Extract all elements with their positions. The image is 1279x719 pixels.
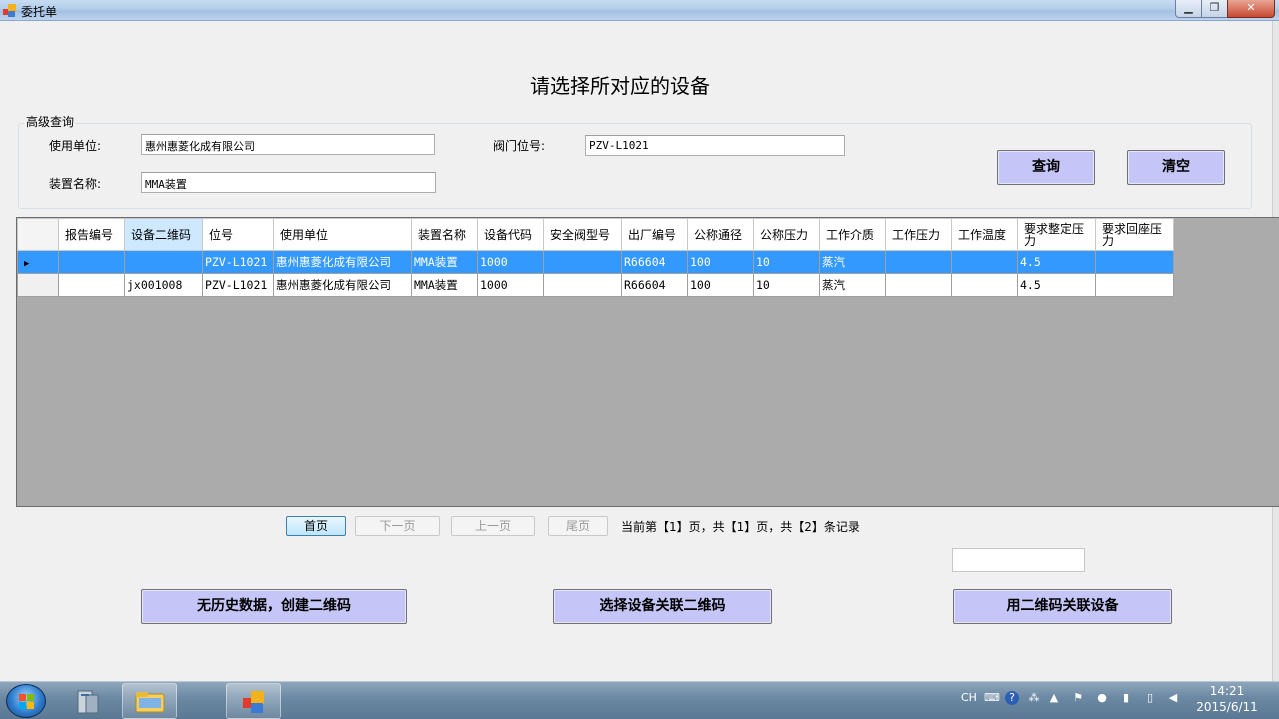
table-cell[interactable]: MMA装置 [411, 273, 478, 297]
qq-penguin-icon[interactable]: ● [1095, 691, 1109, 705]
table-cell[interactable]: 10 [753, 273, 820, 297]
start-button[interactable] [6, 684, 46, 718]
table-cell[interactable]: MMA装置 [411, 250, 478, 274]
page-title: 请选择所对应的设备 [530, 74, 710, 98]
column-header[interactable]: 使用单位 [273, 218, 412, 251]
table-cell[interactable]: 1000 [477, 273, 544, 297]
table-cell[interactable]: PZV-L1021 [202, 250, 274, 274]
taskbar [0, 681, 1279, 719]
device-name-label: 装置名称: [49, 177, 102, 191]
clock-time: 14:21 [1209, 684, 1245, 698]
select-device-link-qr-button[interactable]: 选择设备关联二维码 [553, 589, 772, 624]
unit-input[interactable]: 惠州惠菱化成有限公司 [141, 134, 435, 155]
table-row[interactable]: ▶ PZV-L1021 惠州惠菱化成有限公司 MMA装置 1000 R66604… [17, 250, 1174, 274]
table-cell[interactable]: 4.5 [1017, 250, 1096, 274]
table-cell[interactable]: 蒸汽 [819, 250, 886, 274]
table-cell[interactable]: 4.5 [1017, 273, 1096, 297]
column-header[interactable]: 公称通径 [687, 218, 754, 251]
table-cell[interactable]: 100 [687, 250, 754, 274]
show-hidden-icons-chevron-icon[interactable]: ▲ [1047, 691, 1061, 705]
column-header[interactable]: 工作介质 [819, 218, 886, 251]
column-header[interactable]: 设备二维码 [124, 218, 203, 251]
windows-logo-icon [19, 694, 35, 710]
table-cell[interactable] [1095, 273, 1174, 297]
table-cell[interactable]: PZV-L1021 [202, 273, 274, 297]
device-name-input[interactable]: MMA装置 [141, 172, 436, 193]
prev-page-button[interactable]: 上一页 [451, 516, 535, 536]
current-row-arrow-icon: ▶ [24, 259, 30, 269]
table-cell[interactable]: jx001008 [124, 273, 203, 297]
table-cell[interactable] [124, 250, 203, 274]
column-header[interactable]: 安全阀型号 [543, 218, 622, 251]
column-header[interactable]: 要求回座压力 [1095, 218, 1174, 251]
device-grid[interactable]: 报告编号 设备二维码 位号 使用单位 装置名称 设备代码 安全阀型号 出厂编号 … [16, 217, 1279, 507]
device-table: 报告编号 设备二维码 位号 使用单位 装置名称 设备代码 安全阀型号 出厂编号 … [17, 218, 1174, 297]
ime-options-icon[interactable]: ⁂ [1027, 691, 1041, 705]
taskbar-app-icon[interactable] [226, 683, 281, 719]
taskbar-explorer-icon[interactable] [122, 683, 177, 719]
table-cell[interactable]: 1000 [477, 250, 544, 274]
help-icon[interactable]: ? [1005, 691, 1019, 705]
system-clock[interactable]: 14:21 2015/6/11 [1190, 683, 1264, 715]
column-header[interactable]: 要求整定压力 [1017, 218, 1096, 251]
qr-code-input[interactable] [952, 548, 1085, 572]
column-header[interactable]: 出厂编号 [621, 218, 688, 251]
table-cell[interactable] [58, 273, 125, 297]
table-cell[interactable]: R66604 [621, 273, 688, 297]
window-titlebar: 委托单 ▁ ❐ ✕ [0, 0, 1279, 21]
column-header[interactable]: 工作温度 [951, 218, 1018, 251]
taskbar-server-manager-icon[interactable] [62, 683, 117, 719]
table-cell[interactable] [951, 273, 1018, 297]
column-header[interactable]: 设备代码 [477, 218, 544, 251]
column-header[interactable]: 工作压力 [885, 218, 952, 251]
table-cell[interactable]: 惠州惠菱化成有限公司 [273, 273, 412, 297]
column-header[interactable]: 位号 [202, 218, 274, 251]
window-title: 委托单 [21, 5, 58, 19]
query-button[interactable]: 查询 [997, 150, 1095, 185]
network-signal-icon[interactable]: ▮ [1119, 691, 1133, 705]
row-header[interactable] [17, 273, 59, 297]
next-page-button[interactable]: 下一页 [355, 516, 440, 536]
clock-date: 2015/6/11 [1196, 700, 1258, 714]
table-cell[interactable]: 10 [753, 250, 820, 274]
maximize-icon[interactable]: ❐ [1201, 0, 1228, 18]
table-cell[interactable] [543, 273, 622, 297]
table-cell[interactable]: 100 [687, 273, 754, 297]
table-cell[interactable] [885, 273, 952, 297]
page-info-text: 当前第【1】页，共【1】页，共【2】条记录 [621, 520, 860, 534]
table-cell[interactable] [543, 250, 622, 274]
clear-button[interactable]: 清空 [1127, 150, 1225, 185]
row-header[interactable]: ▶ [17, 250, 59, 274]
action-center-flag-icon[interactable]: ⚑ [1071, 691, 1085, 705]
first-page-button[interactable]: 首页 [286, 516, 346, 536]
column-header[interactable]: 报告编号 [58, 218, 125, 251]
app-icon [3, 4, 17, 17]
power-icon[interactable]: ▯ [1143, 691, 1157, 705]
table-cell[interactable]: 蒸汽 [819, 273, 886, 297]
keyboard-icon[interactable]: ⌨ [984, 691, 1000, 705]
table-row[interactable]: jx001008 PZV-L1021 惠州惠菱化成有限公司 MMA装置 1000… [17, 273, 1174, 297]
advanced-search-legend: 高级查询 [24, 113, 77, 130]
close-icon[interactable]: ✕ [1227, 0, 1275, 18]
table-cell[interactable] [885, 250, 952, 274]
last-page-button[interactable]: 尾页 [548, 516, 608, 536]
table-cell[interactable] [951, 250, 1018, 274]
row-header-corner [17, 218, 59, 251]
table-cell[interactable]: R66604 [621, 250, 688, 274]
valve-number-label: 阀门位号: [493, 139, 546, 153]
link-device-by-qr-button[interactable]: 用二维码关联设备 [953, 589, 1172, 624]
unit-label: 使用单位: [49, 139, 102, 153]
volume-icon[interactable]: ◀ [1166, 691, 1180, 705]
create-qr-button[interactable]: 无历史数据，创建二维码 [141, 589, 407, 624]
table-cell[interactable] [58, 250, 125, 274]
column-header[interactable]: 公称压力 [753, 218, 820, 251]
language-indicator[interactable]: CH [961, 691, 977, 704]
valve-number-input[interactable]: PZV-L1021 [585, 135, 845, 156]
table-cell[interactable]: 惠州惠菱化成有限公司 [273, 250, 412, 274]
minimize-icon[interactable]: ▁ [1175, 0, 1202, 18]
grid-header-row: 报告编号 设备二维码 位号 使用单位 装置名称 设备代码 安全阀型号 出厂编号 … [17, 218, 1174, 251]
column-header[interactable]: 装置名称 [411, 218, 478, 251]
table-cell[interactable] [1095, 250, 1174, 274]
